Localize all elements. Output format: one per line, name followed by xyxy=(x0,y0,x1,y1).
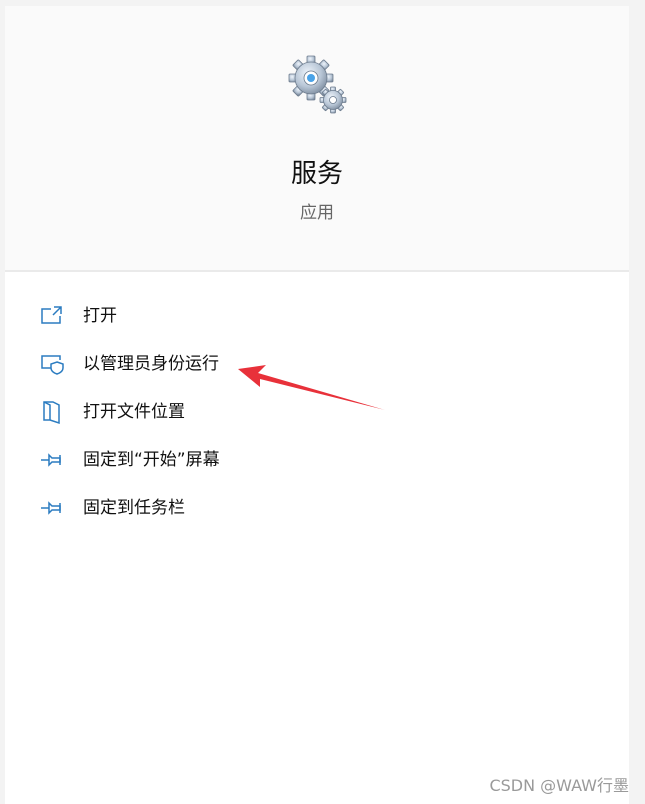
jump-list-panel: 服务 应用 打开 以管理员身份运行 打开文件位置 固定到“开始”屏幕 固定到任务… xyxy=(5,6,629,804)
app-type-label: 应用 xyxy=(300,203,334,223)
watermark: CSDN @WAW行墨 xyxy=(489,776,629,795)
pin-icon xyxy=(41,453,61,467)
menu-item-pin-to-taskbar[interactable]: 固定到任务栏 xyxy=(5,484,629,532)
menu-item-label: 打开文件位置 xyxy=(83,402,185,422)
menu-item-run-as-admin[interactable]: 以管理员身份运行 xyxy=(5,340,629,388)
app-title: 服务 xyxy=(290,159,343,189)
app-header: 服务 应用 xyxy=(5,6,629,272)
menu-item-label: 以管理员身份运行 xyxy=(83,354,219,374)
jump-list-menu: 打开 以管理员身份运行 打开文件位置 固定到“开始”屏幕 固定到任务栏 xyxy=(5,292,629,532)
menu-item-open[interactable]: 打开 xyxy=(5,292,629,340)
menu-item-label: 固定到“开始”屏幕 xyxy=(83,450,220,470)
menu-item-label: 固定到任务栏 xyxy=(83,498,185,518)
pin-icon xyxy=(41,501,61,515)
folder-location-icon xyxy=(43,401,60,425)
gears-icon xyxy=(288,55,347,114)
menu-item-pin-to-start[interactable]: 固定到“开始”屏幕 xyxy=(5,436,629,484)
menu-item-label: 打开 xyxy=(83,306,117,326)
open-window-icon xyxy=(41,306,62,324)
shield-monitor-icon xyxy=(41,355,64,375)
menu-item-open-file-location[interactable]: 打开文件位置 xyxy=(5,388,629,436)
